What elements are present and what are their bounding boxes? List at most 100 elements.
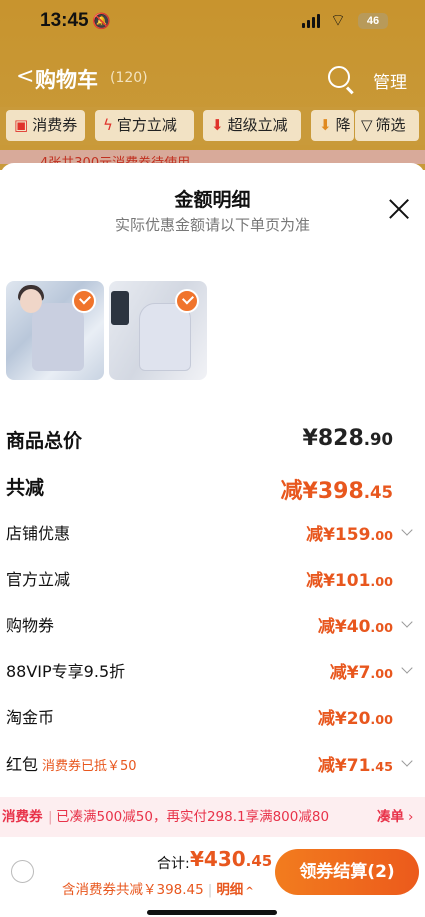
goods-total-value: ¥828.90 [303, 426, 393, 451]
discount-value: 减¥71.45 [318, 751, 393, 776]
checkout-footer: 合计: ¥430.45 含消费券共减￥398.45 | 明细 ^ 领券结算(2) [0, 837, 425, 917]
total-discount-summary: 含消费券共减￥398.45 | 明细 ^ [62, 878, 254, 898]
page-title: 购物车 [35, 68, 98, 92]
product-image-detail [20, 289, 42, 313]
filter-chip-super-discount[interactable]: ⬇ 超级立减 [203, 110, 301, 141]
discount-value-integer: 减¥159 [306, 525, 371, 545]
cart-top-nav: < 购物车 (120) 管理 [0, 60, 425, 98]
red-packet-note: 消费券已抵￥50 [42, 759, 137, 774]
cart-page: 13:45 🔕 ⌔ 46 < 购物车 (120) 管理 ▣ 消费券 ϟ 官方立减 ⬇… [0, 0, 425, 917]
total-discount-summary-text: 含消费券共减￥398.45 [62, 882, 204, 898]
discount-value: 减¥101.00 [306, 566, 393, 591]
total-discount-row: 共减 减¥398.45 [0, 473, 425, 505]
coupon-icon: ▣ [14, 116, 29, 134]
status-time: 13:45 [40, 10, 89, 31]
coupon-promo-bar[interactable]: 消费券 | 已凑满500减50，再实付298.1享满800减80 凑单 › [0, 797, 425, 837]
discount-value-integer: 减¥20 [317, 709, 371, 729]
discount-row-88vip[interactable]: 88VIP专享9.5折 减¥7.00 [0, 658, 425, 684]
filter-bar: ▣ 消费券 ϟ 官方立减 ⬇ 超级立减 ⬇ 降 ▽ 筛选 [0, 107, 425, 145]
discount-value-decimal: .00 [370, 575, 393, 590]
discount-row-red-packet[interactable]: 红包 消费券已抵￥50 减¥71.45 [0, 751, 425, 777]
filter-chip-label: 降 [335, 116, 351, 134]
select-all-radio[interactable] [11, 860, 34, 883]
discount-value-decimal: .00 [370, 621, 393, 636]
filter-chip-coupon[interactable]: ▣ 消费券 [6, 110, 85, 141]
goods-total-integer: ¥828 [302, 426, 364, 451]
discount-label: 官方立减 [6, 570, 71, 589]
checkout-button[interactable]: 领券结算(2) [275, 849, 419, 895]
discount-label: 红包 消费券已抵￥50 [6, 751, 137, 775]
chevron-down-icon[interactable] [401, 662, 413, 674]
chevron-down-icon[interactable] [401, 524, 413, 536]
total-discount-value: 减¥398.45 [281, 473, 393, 505]
discount-value-decimal: .00 [370, 667, 393, 682]
total-value-decimal: .45 [245, 852, 273, 870]
discount-value-decimal: .45 [370, 760, 393, 775]
discount-value-integer: 减¥71 [317, 756, 371, 776]
filter-chip-label: 官方立减 [116, 116, 177, 134]
lightning-icon: ϟ [103, 116, 113, 134]
total-discount-decimal: .45 [363, 483, 393, 502]
filter-chip-label: 筛选 [375, 116, 406, 134]
product-image-detail [111, 291, 129, 325]
filter-chip-price-drop[interactable]: ⬇ 降 [311, 110, 354, 141]
coupon-banner: 4张共300元消费券待使用 [0, 150, 425, 164]
product-thumbnail[interactable] [109, 281, 207, 380]
filter-chip-label: 超级立减 [227, 116, 288, 134]
mute-bell-icon: 🔕 [92, 12, 111, 30]
chevron-right-icon[interactable]: › [408, 797, 413, 837]
promo-tag: 消费券 [2, 809, 43, 825]
discount-value: 减¥20.00 [318, 704, 393, 729]
chevron-up-icon: ^ [245, 886, 254, 897]
filter-icon: ▽ [361, 116, 373, 134]
discount-label: 购物券 [6, 616, 55, 635]
down-arrow-icon: ⬇ [211, 116, 224, 134]
discount-row-official: 官方立减 减¥101.00 [0, 566, 425, 592]
detail-toggle[interactable]: 明细 ^ [216, 882, 253, 898]
status-bar: 13:45 🔕 ⌔ 46 [0, 0, 425, 44]
cellular-signal-icon [302, 14, 320, 28]
discount-label: 淘金币 [6, 708, 55, 727]
filter-button[interactable]: ▽ 筛选 [355, 110, 419, 141]
goods-total-row: 商品总价 ¥828.90 [0, 426, 425, 456]
product-image [139, 303, 191, 371]
total-label: 合计: [157, 856, 190, 872]
discount-value-integer: 减¥101 [306, 571, 371, 591]
discount-label: 店铺优惠 [6, 524, 71, 543]
total-discount-label: 共减 [6, 477, 45, 499]
total-discount-integer: 减¥398 [280, 479, 364, 504]
product-thumbnail[interactable] [6, 281, 104, 380]
promo-text: 已凑满500减50，再实付298.1享满800减80 [56, 809, 330, 825]
checked-icon [175, 289, 199, 313]
battery-icon: 46 [358, 13, 388, 29]
chevron-down-icon[interactable] [401, 616, 413, 628]
product-image [32, 303, 84, 371]
discount-value-integer: 减¥40 [317, 617, 371, 637]
discount-row-shopping-coupon[interactable]: 购物券 减¥40.00 [0, 612, 425, 638]
back-chevron-icon[interactable]: < [16, 64, 34, 89]
discount-value: 减¥40.00 [318, 612, 393, 637]
discount-row-shop[interactable]: 店铺优惠 减¥159.00 [0, 520, 425, 546]
sheet-subtitle: 实际优惠金额请以下单页为准 [114, 216, 310, 234]
close-icon[interactable] [386, 196, 412, 222]
filter-chip-official-discount[interactable]: ϟ 官方立减 [95, 110, 194, 141]
manage-button[interactable]: 管理 [373, 68, 407, 93]
discount-value-decimal: .00 [370, 529, 393, 544]
cart-item-count: (120) [110, 70, 148, 86]
goods-total-label: 商品总价 [6, 430, 83, 452]
detail-toggle-label: 明细 [216, 882, 244, 898]
total-value: ¥430.45 [190, 847, 272, 871]
add-items-link[interactable]: 凑单 [377, 797, 404, 837]
down-arrow-icon: ⬇ [319, 116, 332, 134]
discount-label-text: 红包 [6, 755, 39, 774]
chevron-down-icon[interactable] [401, 755, 413, 767]
promo-divider: | [48, 809, 53, 825]
wifi-icon: ⌔ [330, 11, 346, 31]
cart-header-background: 13:45 🔕 ⌔ 46 < 购物车 (120) 管理 ▣ 消费券 ϟ 官方立减 ⬇… [0, 0, 425, 170]
discount-label: 88VIP专享9.5折 [6, 662, 126, 681]
discount-row-taojinbi: 淘金币 减¥20.00 [0, 704, 425, 730]
filter-chip-label: 消费券 [32, 116, 78, 134]
discount-value: 减¥7.00 [330, 658, 393, 683]
search-icon[interactable] [328, 66, 350, 88]
discount-value-decimal: .00 [370, 713, 393, 728]
